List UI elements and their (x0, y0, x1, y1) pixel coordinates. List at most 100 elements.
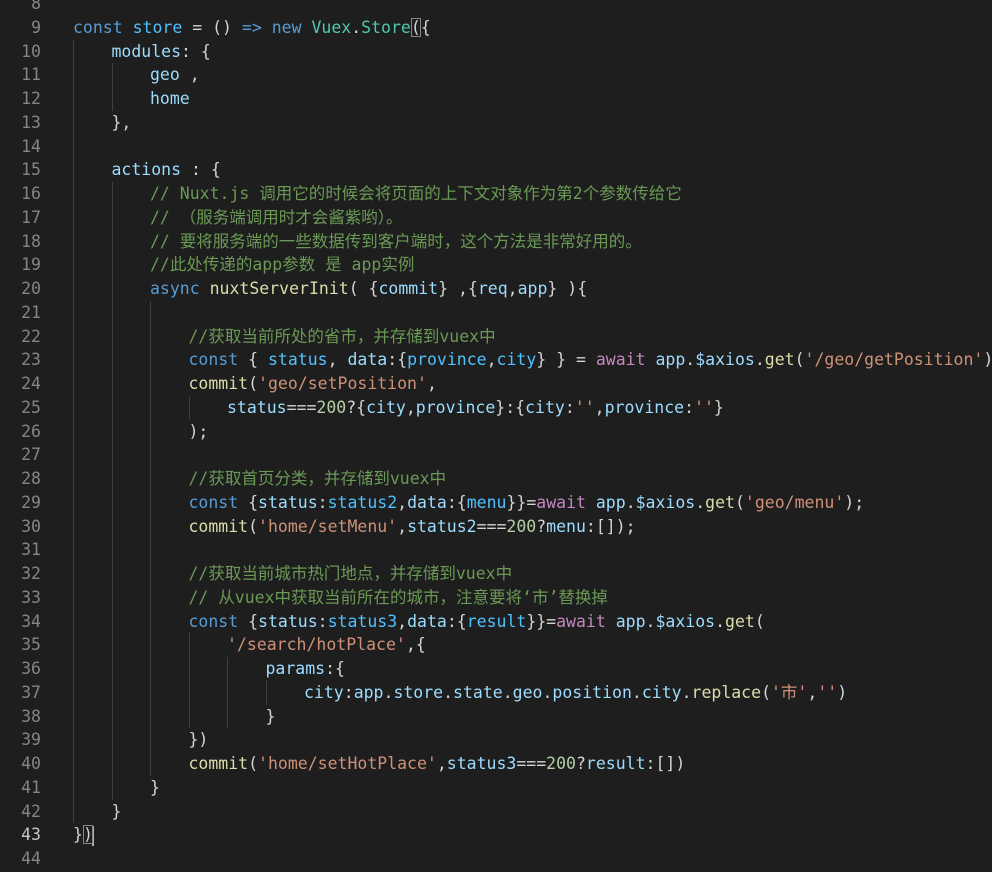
code-line[interactable]: 20 async nuxtServerInit( {commit} ,{req,a… (0, 277, 992, 301)
code-line[interactable]: 33 // 从vuex中获取当前所在的城市，注意要将‘市’替换掉 (0, 585, 992, 610)
code-token: const (188, 350, 239, 370)
line-number[interactable]: 30 (0, 515, 41, 539)
code-line[interactable]: 41} (0, 775, 992, 800)
line-number[interactable]: 11 (0, 63, 41, 87)
code-line[interactable]: 30 commit('home/setMenu',status2===200?me… (0, 514, 992, 539)
line-content: //获取当前城市热门地点，并存储到vuex中 (189, 562, 513, 586)
indent-guide (150, 704, 151, 729)
code-token: city (366, 397, 406, 417)
line-number[interactable]: 42 (0, 800, 41, 824)
code-token: nuxtServerInit (209, 279, 349, 298)
line-number[interactable]: 36 (0, 657, 41, 681)
line-number[interactable]: 10 (0, 40, 41, 64)
code-line[interactable]: 27 (0, 443, 992, 467)
code-line[interactable]: 16 // Nuxt.js 调用它的时候会将页面的上下文对象作为第2个参数传给它 (0, 182, 992, 206)
code-token: await (556, 611, 606, 631)
code-line[interactable]: 24 commit('geo/setPosition', (0, 372, 992, 396)
line-number[interactable]: 35 (0, 633, 41, 657)
indent-guide (265, 680, 267, 705)
code-token: data (407, 611, 447, 631)
line-number[interactable]: 16 (0, 182, 41, 206)
code-line[interactable]: 42} (0, 799, 992, 824)
line-number[interactable]: 37 (0, 681, 41, 705)
line-number[interactable]: 14 (0, 135, 41, 159)
code-line[interactable]: 15 actions : { (0, 158, 992, 182)
line-number[interactable]: 41 (0, 776, 41, 800)
code-line[interactable]: 8 (0, 0, 992, 16)
code-line[interactable]: 13}, (0, 110, 992, 135)
line-number[interactable]: 28 (0, 467, 41, 491)
code-line[interactable]: 19 //此处传递的app参数 是 app实例 (0, 253, 992, 277)
code-line[interactable]: 38} (0, 704, 992, 729)
line-number[interactable]: 34 (0, 610, 41, 634)
line-number[interactable]: 44 (0, 847, 41, 871)
line-number[interactable]: 15 (0, 158, 41, 182)
code-line[interactable]: 39}) (0, 728, 992, 752)
code-token: 'home/setHotPlace' (258, 754, 437, 773)
code-token: // （服务端调用时才会酱紫哟）。 (150, 207, 403, 227)
code-line[interactable]: 26); (0, 419, 992, 444)
code-line[interactable]: 35 '/search/hotPlace',{ (0, 633, 992, 657)
code-line[interactable]: 17 // （服务端调用时才会酱紫哟）。 (0, 205, 992, 230)
code-line[interactable]: 31 (0, 538, 992, 562)
code-line[interactable]: 37 city:app.store.state.geo.position.city… (0, 680, 992, 705)
line-number[interactable]: 32 (0, 562, 41, 586)
code-token: } ,{ (438, 279, 478, 298)
line-number[interactable]: 25 (0, 396, 41, 420)
line-number[interactable]: 24 (0, 372, 41, 396)
line-number[interactable]: 9 (0, 16, 41, 40)
code-line[interactable]: 28 //获取首页分类，并存储到vuex中 (0, 467, 992, 491)
line-number[interactable]: 12 (0, 87, 41, 111)
code-line[interactable]: 43}) (0, 823, 992, 847)
code-line[interactable]: 34 const {status:status3,data:{result}}=a… (0, 609, 992, 634)
line-number[interactable]: 13 (0, 111, 41, 135)
code-token: , (426, 374, 437, 393)
line-number[interactable]: 17 (0, 206, 41, 230)
line-number[interactable]: 29 (0, 491, 41, 515)
line-number[interactable]: 21 (0, 301, 41, 325)
line-number[interactable]: 27 (0, 443, 41, 467)
code-line[interactable]: 11 geo , (0, 63, 992, 87)
code-token: params (265, 659, 326, 678)
indent-guide (111, 253, 113, 277)
code-line[interactable]: 9 const store = () => new Vuex.Store({ (0, 16, 992, 40)
code-line[interactable]: 25 status===200?{city,province}:{city:'',… (0, 395, 992, 420)
code-line[interactable]: 23 const { status, data:{province,city} }… (0, 348, 992, 372)
line-number[interactable]: 38 (0, 705, 41, 729)
code-line[interactable]: 36 params:{ (0, 657, 992, 681)
line-content: commit('home/setMenu',status2===200?menu… (189, 515, 636, 539)
line-content: } (266, 705, 276, 729)
indent-guide (73, 680, 74, 705)
line-number[interactable]: 8 (0, 0, 41, 16)
line-number[interactable]: 33 (0, 586, 41, 610)
code-lines[interactable]: 8 9 const store = () => new Vuex.Store({10… (0, 0, 992, 871)
code-line[interactable]: 44 (0, 847, 992, 871)
line-number[interactable]: 22 (0, 325, 41, 349)
code-token: . (625, 492, 636, 512)
code-line[interactable]: 29 const {status:status2,data:{menu}}=awa… (0, 490, 992, 515)
line-number[interactable]: 39 (0, 728, 41, 752)
line-number[interactable]: 18 (0, 230, 41, 254)
code-line[interactable]: 21 (0, 300, 992, 325)
code-line[interactable]: 40 commit('home/setHotPlace',status3===20… (0, 752, 992, 776)
code-editor[interactable]: 8 9 const store = () => new Vuex.Store({10… (0, 0, 992, 872)
code-line[interactable]: 14 (0, 134, 992, 159)
code-token: } } = (536, 350, 596, 370)
line-number[interactable]: 43 (0, 823, 41, 847)
code-token: await (536, 492, 586, 512)
line-number[interactable]: 19 (0, 253, 41, 277)
code-token: , (327, 350, 348, 370)
line-number[interactable]: 26 (0, 420, 41, 444)
line-number[interactable]: 40 (0, 752, 41, 776)
code-token: :{ (446, 492, 467, 512)
code-token: get (764, 350, 795, 370)
code-line[interactable]: 12 home (0, 87, 992, 111)
line-number[interactable]: 23 (0, 348, 41, 372)
code-line[interactable]: 22 //获取当前所处的省市，并存储到vuex中 (0, 324, 992, 349)
line-number[interactable]: 20 (0, 277, 41, 301)
code-line[interactable]: 18 // 要将服务端的一些数据传到客户端时，这个方法是非常好用的。 (0, 229, 992, 254)
code-line[interactable]: 32 //获取当前城市热门地点，并存储到vuex中 (0, 562, 992, 586)
code-line[interactable]: 10 modules: { (0, 39, 992, 64)
line-number[interactable]: 31 (0, 538, 41, 562)
